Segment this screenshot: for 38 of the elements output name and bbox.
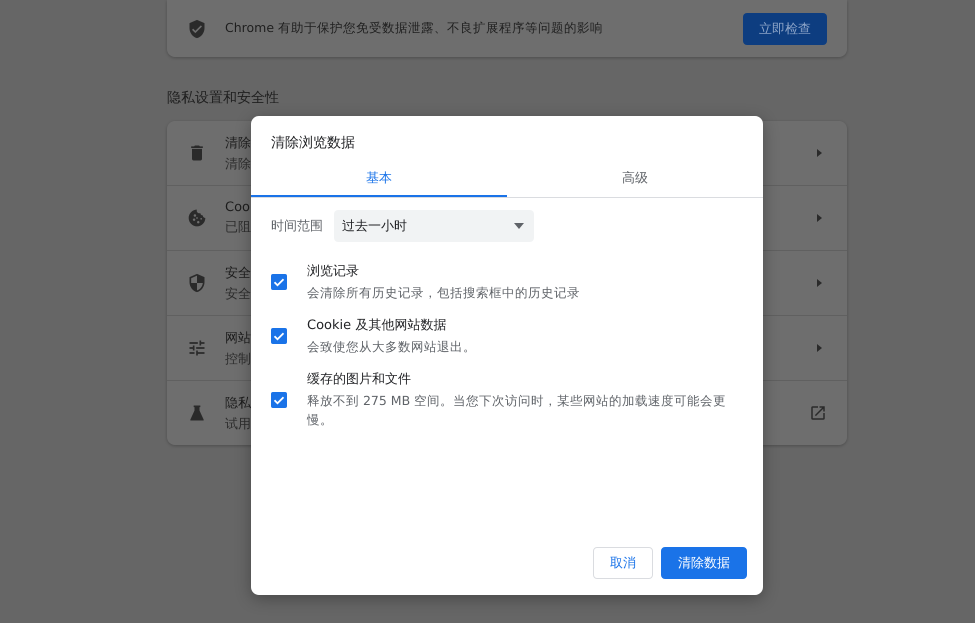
setting-subtitle: 清除: [225, 156, 251, 172]
option-title: 缓存的图片和文件: [307, 371, 412, 388]
dialog-title: 清除浏览数据: [270, 134, 356, 153]
tab[interactable]: 基本: [251, 160, 507, 197]
section-heading: 隐私设置和安全性: [167, 89, 280, 107]
option-title: 浏览记录: [307, 263, 360, 280]
setting-title[interactable]: Coo: [225, 200, 250, 215]
option-title: Cookie 及其他网站数据: [307, 317, 448, 334]
setting-subtitle: 试用: [225, 416, 251, 432]
time-range-dropdown[interactable]: 过去一小时: [334, 210, 534, 242]
external-link-icon[interactable]: [809, 404, 827, 422]
setting-subtitle: 安全: [225, 286, 251, 302]
option-description: 会致使您从大多数网站退出。: [307, 338, 477, 356]
checkbox[interactable]: [271, 274, 287, 290]
checkmark-icon: [273, 394, 285, 406]
checkmark-icon: [273, 276, 285, 288]
check-now-button[interactable]: 立即检查: [743, 12, 827, 44]
shield-check-icon: [187, 18, 207, 38]
clear-data-button[interactable]: 清除数据: [661, 547, 747, 579]
setting-subtitle: 控制: [225, 350, 251, 368]
safety-check-text: Chrome 有助于保护您免受数据泄露、不良扩展程序等问题的影响: [225, 20, 604, 37]
setting-title[interactable]: 隐私: [225, 394, 251, 412]
cookie-icon: [187, 208, 207, 228]
cancel-button[interactable]: 取消: [593, 547, 653, 579]
time-range-label: 时间范围: [271, 218, 323, 235]
checkbox[interactable]: [271, 392, 287, 408]
setting-title[interactable]: 安全: [225, 264, 251, 282]
option-description: 会清除所有历史记录，包括搜索框中的历史记录: [307, 284, 581, 302]
checkmark-icon: [273, 330, 285, 342]
dropdown-caret-icon: [514, 223, 524, 229]
shield-icon: [187, 273, 207, 293]
checkbox[interactable]: [271, 328, 287, 344]
tab[interactable]: 高级: [507, 160, 763, 197]
setting-title[interactable]: 清除: [225, 134, 251, 152]
sliders-icon: [187, 338, 207, 358]
setting-title[interactable]: 网站: [225, 328, 251, 346]
setting-subtitle: 已阻: [225, 219, 251, 236]
option-description: 释放不到 275 MB 空间。当您下次访问时，某些网站的加载速度可能会更慢。: [307, 392, 727, 429]
